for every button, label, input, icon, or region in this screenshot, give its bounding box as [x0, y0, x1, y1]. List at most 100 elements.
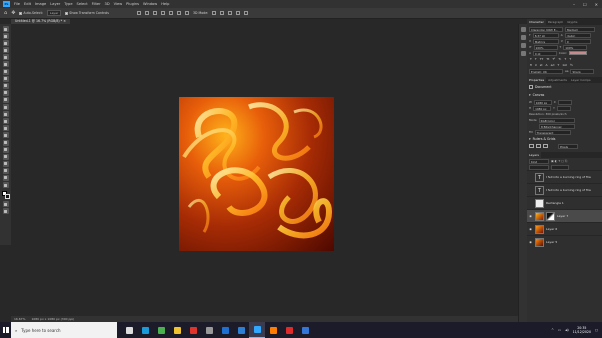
zoom-level[interactable]: 16.67% [14, 317, 25, 321]
taskbar-outlook-icon[interactable] [217, 322, 233, 338]
align-bottom-icon[interactable] [176, 11, 181, 15]
canvas-y-field[interactable] [556, 105, 571, 111]
units-dropdown[interactable]: Pixels [558, 143, 578, 149]
layer-kind-filter[interactable]: Kind [529, 158, 549, 164]
volume-icon[interactable]: ◄) [565, 328, 569, 332]
filter-icons[interactable]: ▣ ◐ T ▢ ⎘ [551, 159, 567, 163]
taskbar-explorer-icon[interactable] [169, 322, 185, 338]
frame-tool-icon[interactable] [2, 68, 9, 75]
more-tools-icon[interactable] [2, 182, 9, 189]
move-tool-icon[interactable] [2, 26, 9, 32]
leading-field[interactable]: (Auto) [564, 32, 591, 38]
marquee-tool-icon[interactable] [2, 40, 9, 47]
kerning-field[interactable]: Metrics [532, 38, 559, 44]
antialias-dropdown[interactable]: Sharp [570, 68, 595, 74]
rulers-section-header[interactable]: ▾ Rulers & Grids [527, 135, 602, 143]
canvas-x-field[interactable] [557, 99, 572, 105]
menu-type[interactable]: Type [64, 2, 72, 6]
faux-bold-button[interactable]: T [530, 57, 532, 61]
lasso-tool-icon[interactable] [2, 47, 9, 54]
taskbar-acrobat-icon[interactable] [281, 322, 297, 338]
taskbar-task-view-icon[interactable] [121, 322, 137, 338]
menu-edit[interactable]: Edit [24, 2, 31, 6]
opentype-icon[interactable]: ad [551, 63, 555, 67]
small-caps-button[interactable]: Tt [546, 57, 549, 61]
close-button[interactable]: ✕ [595, 2, 598, 7]
canvas-height-field[interactable]: 1080 px [533, 105, 552, 111]
menu-file[interactable]: File [14, 2, 20, 6]
crop-tool-icon[interactable] [2, 61, 9, 68]
taskbar-search-box[interactable]: ⌕ Type here to search [11, 322, 117, 338]
menu-filter[interactable]: Filter [92, 2, 101, 6]
brushes-panel-icon[interactable] [520, 51, 526, 56]
all-caps-button[interactable]: TT [540, 57, 544, 61]
menu-plugins[interactable]: Plugins [126, 2, 139, 6]
baseline-field[interactable]: 0 pt [532, 50, 557, 56]
color-swatches[interactable] [1, 191, 10, 200]
font-family-dropdown[interactable]: Clarendon URW E... [529, 26, 563, 32]
ruler-icon[interactable] [529, 144, 534, 148]
home-icon[interactable]: ⌂ [4, 10, 7, 16]
tab-glyphs[interactable]: Glyphs [565, 19, 579, 25]
menu-image[interactable]: Image [35, 2, 46, 6]
eye-icon[interactable]: ◉ [528, 227, 533, 231]
underline-button[interactable]: T [564, 57, 566, 61]
color-panel-icon[interactable] [520, 35, 526, 40]
notification-icon[interactable]: ▢ [595, 328, 598, 332]
screen-mode-icon[interactable] [2, 208, 9, 215]
3d-drag-icon[interactable] [228, 11, 233, 15]
canvas-section-header[interactable]: ▾ Canvas [527, 91, 602, 99]
menu-view[interactable]: View [114, 2, 123, 6]
close-icon[interactable]: × [63, 19, 66, 23]
eraser-tool-icon[interactable] [2, 111, 9, 118]
layer-row[interactable]: ◉ Layer 6 [527, 222, 602, 235]
opentype-icon[interactable]: σ [535, 63, 537, 67]
align-middle-icon[interactable] [168, 11, 173, 15]
text-color-swatch[interactable] [569, 51, 588, 55]
3d-slide-icon[interactable] [236, 11, 241, 15]
faux-italic-button[interactable]: T [535, 57, 537, 61]
menu-window[interactable]: Window [143, 2, 157, 6]
gradient-tool-icon[interactable] [2, 118, 9, 125]
layer-row[interactable]: Rectangle 1 [527, 196, 602, 209]
layer-row[interactable]: ◉ Layer 5 [527, 235, 602, 248]
history-panel-icon[interactable] [520, 27, 526, 32]
path-select-tool-icon[interactable] [2, 153, 9, 160]
font-style-dropdown[interactable]: Medium [565, 26, 595, 32]
align-left-icon[interactable] [136, 11, 141, 15]
auto-select-dropdown[interactable]: Layer [46, 10, 62, 16]
vertical-scale-field[interactable]: 100% [533, 44, 558, 50]
tracking-field[interactable]: 0 [564, 38, 591, 44]
menu-3d[interactable]: 3D [105, 2, 110, 6]
tab-adjustments[interactable]: Adjustments [546, 77, 569, 83]
healing-brush-tool-icon[interactable] [2, 82, 9, 89]
quick-mask-icon[interactable] [2, 201, 9, 208]
start-button[interactable] [0, 322, 11, 338]
document-canvas-image[interactable] [179, 97, 334, 251]
tab-layer-comps[interactable]: Layer Comps [569, 77, 593, 83]
font-size-field[interactable]: 8.37 pt [532, 32, 559, 38]
rectangle-tool-icon[interactable] [2, 160, 9, 167]
taskbar-chrome-icon[interactable] [153, 322, 169, 338]
opentype-icon[interactable]: ½ [570, 63, 573, 67]
taskbar-settings-icon[interactable] [201, 322, 217, 338]
taskbar-photos-icon[interactable] [233, 322, 249, 338]
taskbar-mail-icon[interactable] [297, 322, 313, 338]
3d-rotate-icon[interactable] [212, 11, 217, 15]
network-icon[interactable]: ▭ [558, 328, 561, 332]
align-center-icon[interactable] [144, 11, 149, 15]
eyedropper-tool-icon[interactable] [2, 75, 9, 82]
subscript-button[interactable]: T₁ [558, 57, 561, 61]
eye-icon[interactable]: ◉ [528, 214, 533, 218]
brush-tool-icon[interactable] [2, 89, 9, 96]
tab-layers[interactable]: Layers [527, 152, 541, 158]
tab-properties[interactable]: Properties [527, 77, 547, 83]
layer-row[interactable]: T I fell into a burning ring of fire [527, 183, 602, 196]
opentype-icon[interactable]: fi [530, 63, 532, 67]
opacity-field[interactable] [551, 164, 569, 170]
opentype-icon[interactable]: A [546, 63, 548, 67]
horizontal-scale-field[interactable]: 100% [563, 44, 588, 50]
menu-help[interactable]: Help [161, 2, 169, 6]
quick-select-tool-icon[interactable] [2, 54, 9, 61]
dodge-tool-icon[interactable] [2, 132, 9, 139]
